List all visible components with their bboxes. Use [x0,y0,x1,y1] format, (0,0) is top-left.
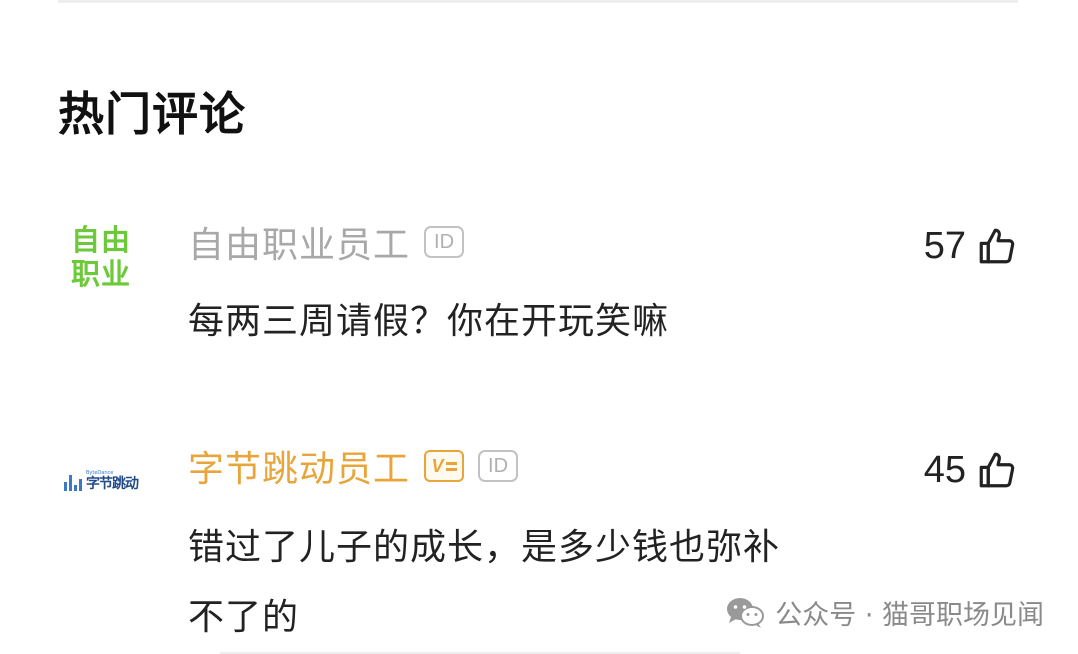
bytedance-logo-icon [64,475,82,491]
comment-item: 自由 职业 自由职业员工 ID 每两三周请假？你在开玩笑嘛 57 [0,212,1078,362]
like-count: 45 [923,448,966,491]
avatar-text-line: 职业 [70,257,131,291]
username[interactable]: 自由职业员工 [188,216,410,268]
top-divider [58,0,1018,3]
avatar[interactable]: 自由 职业 [56,212,146,302]
watermark: 公众号 · 猫哥职场见闻 [725,593,1044,632]
thumbs-up-icon[interactable] [976,225,1018,267]
comment-text: 不了的 [188,597,300,638]
id-badge-icon: ID [478,450,519,482]
comment-text: 每两三周请假？你在开玩笑嘛 [188,301,670,342]
like-button[interactable]: 45 [924,446,1018,494]
thumbs-up-icon[interactable] [976,449,1018,491]
like-button[interactable]: 57 [924,222,1018,270]
bytedance-logo: ByteDance 字节跳动 [64,471,139,492]
like-count: 57 [923,224,966,267]
hot-comments-page: 热门评论 自由 职业 自由职业员工 ID 每两三周请假？你在开玩笑嘛 57 By… [0,0,1078,654]
comment-text: 错过了儿子的成长，是多少钱也弥补 [188,527,781,568]
avatar-text-line: 自由 [70,223,131,257]
wechat-icon [727,597,765,628]
comment-header: 自由职业员工 ID [188,216,465,268]
verified-badge-icon: V [424,450,465,482]
comment-header: 字节跳动员工 V ID [188,440,519,492]
id-badge-icon: ID [424,226,465,258]
logo-cn-text: 字节跳动 [86,476,139,492]
section-title: 热门评论 [58,87,246,141]
watermark-text: 公众号 · 猫哥职场见闻 [775,600,1044,631]
avatar[interactable]: ByteDance 字节跳动 [56,436,146,526]
username[interactable]: 字节跳动员工 [188,440,410,492]
